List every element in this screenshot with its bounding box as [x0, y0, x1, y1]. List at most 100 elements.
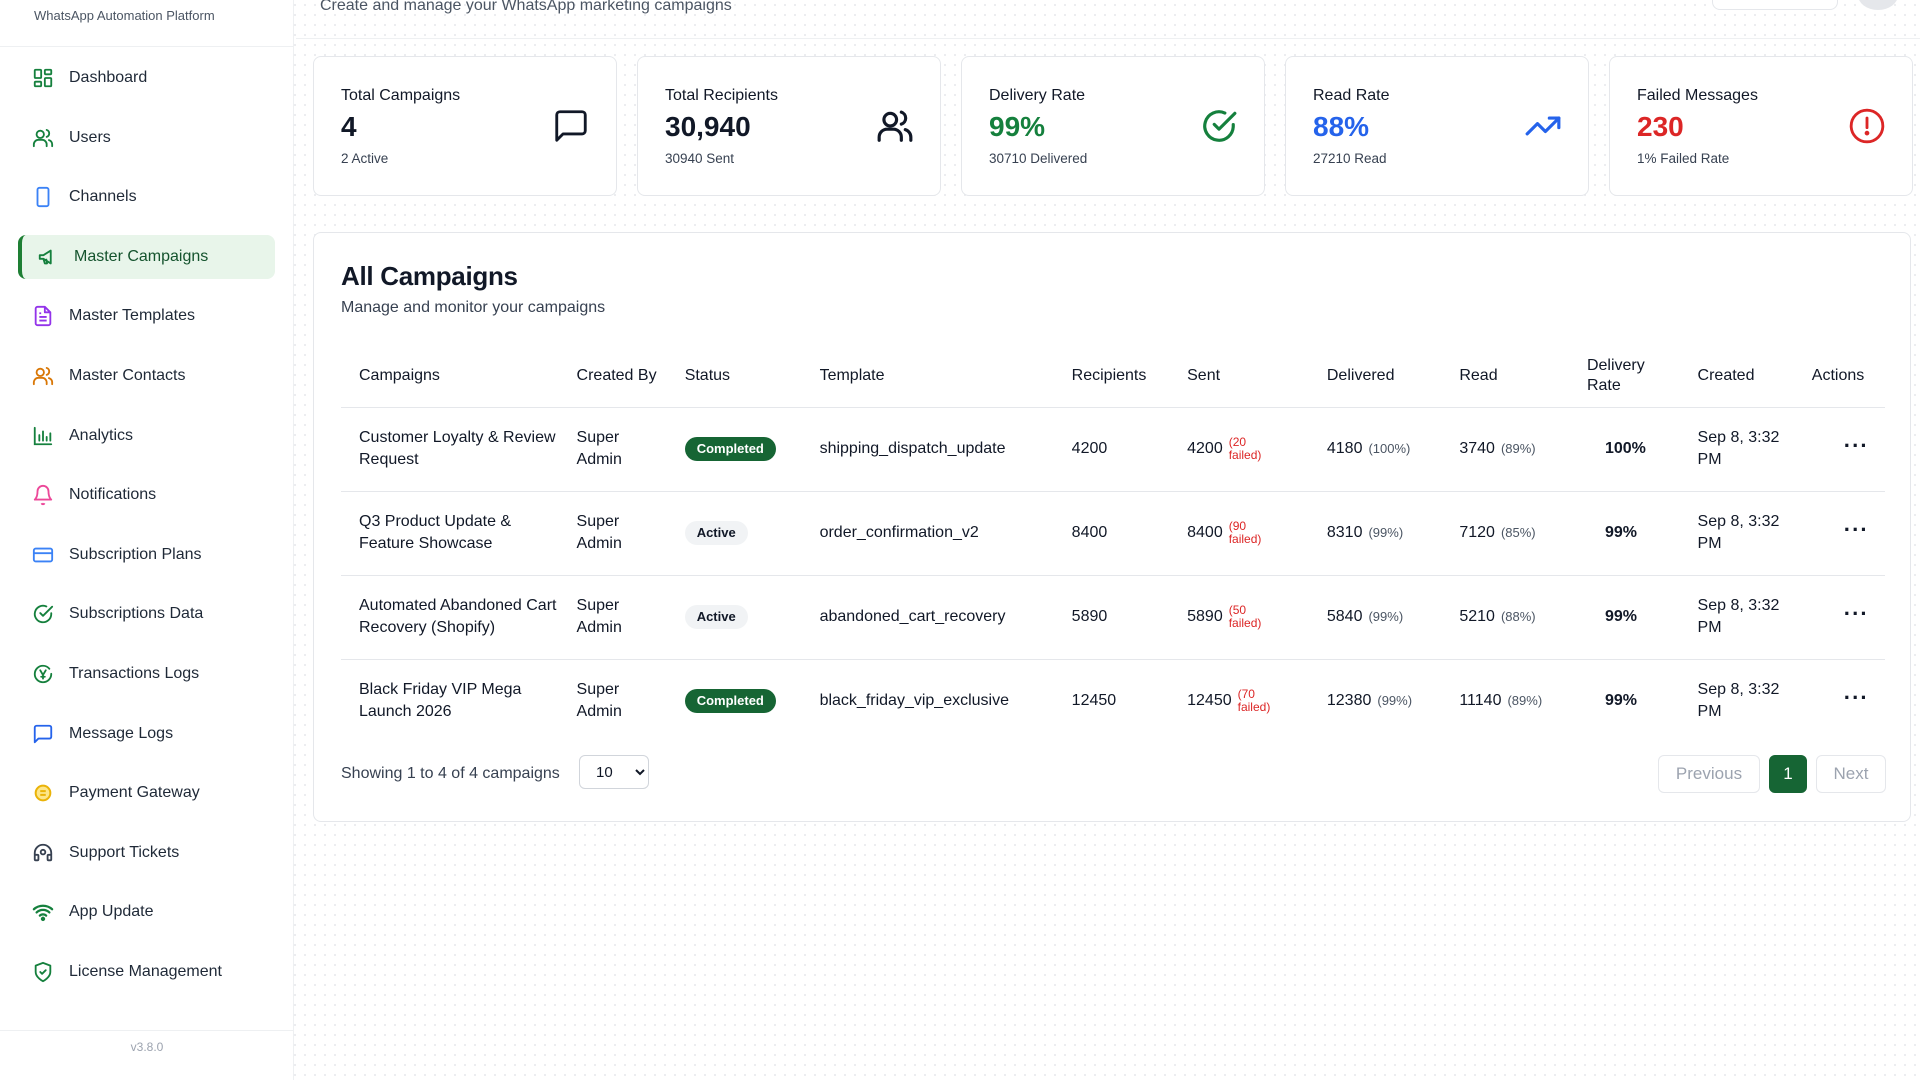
campaigns-title: All Campaigns [341, 261, 518, 291]
sidebar-item-channels[interactable]: Channels [18, 175, 275, 219]
more-actions-icon[interactable]: ··· [1812, 519, 1869, 541]
delivery-rate: 99% [1604, 692, 1637, 710]
template-name: abandoned_cart_recovery [801, 575, 1054, 660]
table-row[interactable]: Automated Abandoned Cart Recovery (Shopi… [341, 575, 1885, 660]
stat-value: 88% [1313, 111, 1370, 142]
currency-icon [31, 662, 55, 686]
sidebar-item-label: Users [69, 128, 111, 146]
campaign-name[interactable]: Black Friday VIP Mega Launch 2026 [341, 659, 559, 743]
sidebar-item-master-contacts[interactable]: Master Contacts [18, 354, 275, 398]
avatar[interactable] [1858, 0, 1898, 10]
created-date: Sep 8, 3:32 PM [1679, 407, 1794, 492]
read-percent: (88%) [1500, 609, 1536, 624]
grid-icon [31, 66, 55, 90]
stat-subtext: 30710 Delivered [989, 151, 1088, 166]
page-size-select[interactable]: 102550 [579, 755, 649, 789]
brand-divider [0, 46, 294, 47]
more-actions-icon[interactable]: ··· [1812, 603, 1869, 625]
page-subtitle: Create and manage your WhatsApp marketin… [320, 0, 732, 14]
campaign-name[interactable]: Automated Abandoned Cart Recovery (Shopi… [341, 575, 559, 660]
created-by: Super Admin [558, 407, 667, 492]
sidebar-item-label: Subscriptions Data [69, 605, 204, 623]
sidebar-item-support-tickets[interactable]: Support Tickets [18, 831, 275, 875]
sidebar-item-label: Payment Gateway [69, 784, 200, 802]
stat-card-failed-messages: Failed Messages 230 1% Failed Rate [1609, 56, 1913, 196]
delivery-rate: 99% [1568, 575, 1680, 660]
next-page-button[interactable]: Next [1816, 755, 1886, 793]
sidebar-item-app-update[interactable]: App Update [18, 890, 275, 934]
delivered-count: 5840 [1326, 608, 1363, 625]
sidebar-item-master-templates[interactable]: Master Templates [18, 294, 275, 338]
stat-card-total-recipients: Total Recipients 30,940 30940 Sent [637, 56, 941, 196]
column-header-template: Template [801, 345, 1054, 408]
campaign-name[interactable]: Q3 Product Update & Feature Showcase [341, 491, 559, 576]
page-1-button[interactable]: 1 [1769, 755, 1807, 793]
sidebar-item-label: Support Tickets [69, 843, 180, 861]
sidebar-item-users[interactable]: Users [18, 116, 275, 160]
template-name: order_confirmation_v2 [801, 491, 1054, 576]
delivered-percent: (100%) [1368, 441, 1411, 456]
table-row[interactable]: Q3 Product Update & Feature Showcase Supe… [341, 491, 1885, 576]
delivered-cell: 8310 (99%) [1308, 491, 1442, 576]
sidebar-item-label: Transactions Logs [69, 664, 200, 682]
sidebar-item-label: App Update [69, 903, 154, 921]
header-button[interactable] [1712, 0, 1838, 10]
sidebar: WhatsApp Automation Platform Dashboard Us… [0, 0, 294, 1080]
status-cell: Completed [667, 659, 802, 743]
users-icon [31, 126, 55, 150]
more-actions-icon[interactable]: ··· [1812, 687, 1869, 709]
stat-label: Read Rate [1313, 87, 1390, 104]
created-by: Super Admin [576, 681, 622, 721]
sidebar-item-subscriptions-data[interactable]: Subscriptions Data [18, 592, 275, 636]
actions-cell: ··· [1793, 407, 1885, 492]
stat-card-read-rate: Read Rate 88% 27210 Read [1285, 56, 1589, 196]
bar-chart-icon [31, 424, 55, 448]
table-row[interactable]: Customer Loyalty & Review Request Super A… [341, 407, 1885, 492]
status-badge: Active [684, 521, 748, 545]
message-icon [31, 722, 55, 746]
sidebar-item-transactions-logs[interactable]: Transactions Logs [18, 652, 275, 696]
delivered-count: 12380 [1326, 692, 1372, 710]
document-icon [31, 304, 55, 328]
recipients-count: 4200 [1053, 407, 1170, 492]
read-percent: (85%) [1500, 525, 1536, 540]
created-by: Super Admin [558, 575, 667, 660]
campaigns-table: Campaigns Created By Status Template Recipie… [341, 345, 1885, 743]
previous-page-button[interactable]: Previous [1658, 755, 1760, 793]
trending-up-icon [1524, 107, 1562, 145]
stat-value: 230 [1637, 111, 1684, 142]
delivery-rate: 100% [1568, 407, 1680, 492]
card-icon [31, 543, 55, 567]
sidebar-item-master-campaigns[interactable]: Master Campaigns [18, 234, 275, 279]
delivered-percent: (99%) [1368, 525, 1404, 540]
shield-icon [31, 960, 55, 984]
created-date: Sep 8, 3:32 PM [1679, 575, 1794, 660]
sidebar-item-label: License Management [69, 962, 222, 980]
sidebar-item-message-logs[interactable]: Message Logs [18, 712, 275, 756]
delivered-cell: 12380 (99%) [1309, 659, 1441, 743]
sent-cell: 4200 (20 failed) [1169, 407, 1309, 492]
sidebar-item-analytics[interactable]: Analytics [18, 414, 275, 458]
column-header-created: Created [1679, 345, 1794, 408]
app-version: v3.8.0 [130, 1040, 164, 1054]
alert-circle-icon [1848, 107, 1886, 145]
more-actions-icon[interactable]: ··· [1812, 435, 1869, 457]
read-count: 7120 [1459, 524, 1495, 541]
read-percent: (89%) [1507, 693, 1543, 709]
sidebar-item-subscription-plans[interactable]: Subscription Plans [18, 533, 275, 577]
table-row[interactable]: Black Friday VIP Mega Launch 2026 Super A… [341, 659, 1885, 743]
column-header-campaigns: Campaigns [341, 345, 559, 408]
read-cell: 5210 (88%) [1441, 575, 1569, 660]
failed-count: (70 failed) [1237, 687, 1271, 715]
sent-count: 4200 [1187, 440, 1223, 457]
sidebar-item-label: Dashboard [69, 69, 148, 86]
sidebar-item-payment-gateway[interactable]: Payment Gateway [18, 771, 275, 815]
campaign-name[interactable]: Customer Loyalty & Review Request [341, 407, 559, 492]
stat-label: Failed Messages [1637, 87, 1758, 104]
sent-cell: 5890 (50 failed) [1169, 575, 1309, 660]
sidebar-item-label: Subscription Plans [69, 545, 202, 563]
stat-value: 99% [989, 111, 1046, 142]
sidebar-item-notifications[interactable]: Notifications [18, 473, 275, 517]
sidebar-item-license-management[interactable]: License Management [18, 950, 275, 994]
sidebar-item-dashboard[interactable]: Dashboard [18, 56, 275, 100]
